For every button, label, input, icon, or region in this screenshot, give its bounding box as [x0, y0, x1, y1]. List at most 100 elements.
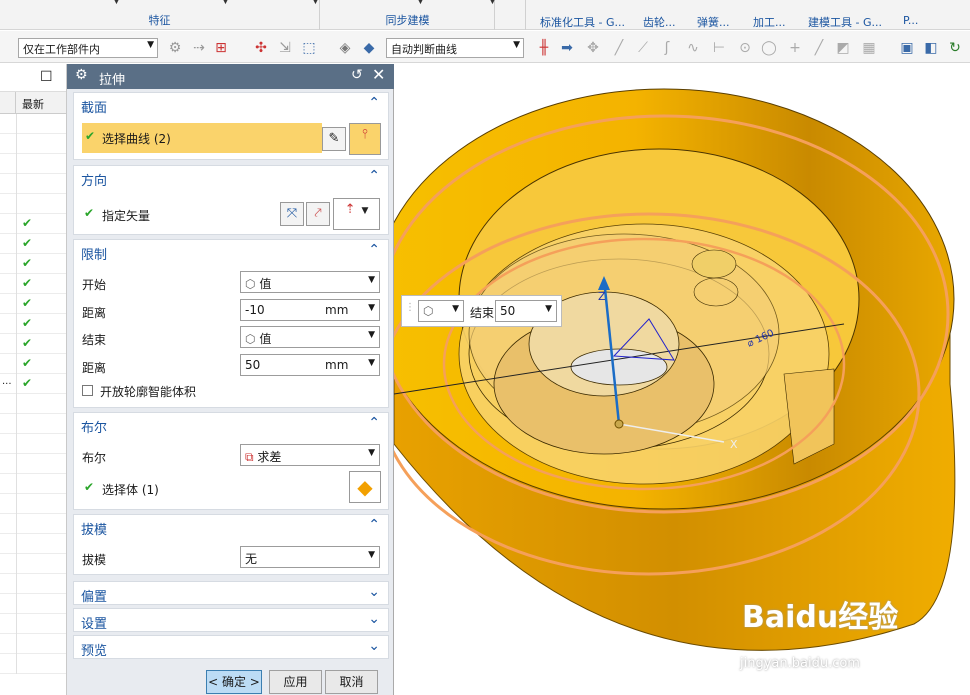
- cancel-button[interactable]: 取消: [325, 670, 378, 694]
- settings-header[interactable]: 设置 ⌄: [74, 609, 388, 633]
- ok-button[interactable]: < 确定 >: [206, 670, 262, 694]
- chevron-down-icon[interactable]: ▼: [489, 0, 496, 6]
- boolean-select[interactable]: ⧉ 求差 ▼: [240, 444, 380, 466]
- navigator-row[interactable]: [0, 554, 66, 574]
- ribbon-group-sync-modeling[interactable]: ▼ ▼ 同步建模: [321, 0, 496, 30]
- gear-filter-icon[interactable]: ⚙: [166, 39, 184, 57]
- close-icon[interactable]: ✕: [372, 65, 385, 84]
- column-latest[interactable]: 最新: [22, 96, 44, 112]
- center-icon[interactable]: ⊙: [736, 39, 754, 57]
- curve-select-button[interactable]: ⫯: [349, 123, 381, 155]
- chevron-down-icon[interactable]: ⌄: [368, 638, 380, 654]
- stop-at-intersection-icon[interactable]: ╫: [535, 39, 553, 57]
- navigator-row[interactable]: [0, 534, 66, 554]
- ribbon-tab-standard-tools[interactable]: 标准化工具 - G...: [540, 14, 625, 30]
- navigator-row[interactable]: [0, 634, 66, 654]
- body-filter-icon[interactable]: ◈: [336, 39, 354, 57]
- ribbon-tab-p[interactable]: P...: [903, 14, 918, 27]
- preview-panel[interactable]: 预览 ⌄: [73, 635, 389, 659]
- section-header[interactable]: 截面 ⌃: [74, 93, 388, 117]
- float-end-input[interactable]: 50 ▼: [495, 300, 557, 322]
- navigator-row[interactable]: [0, 394, 66, 414]
- line-icon[interactable]: ╱: [610, 39, 628, 57]
- navigator-row[interactable]: ✔: [0, 294, 66, 314]
- ribbon-tab-modeling-tools[interactable]: 建模工具 - G...: [808, 14, 882, 30]
- scope-filter-select[interactable]: 仅在工作部件内 ▼: [18, 38, 158, 58]
- grid-icon[interactable]: ▦: [860, 39, 878, 57]
- inferred-vector-select[interactable]: ⇡ ▼: [333, 198, 380, 230]
- midpoint-icon[interactable]: ⊢: [710, 39, 728, 57]
- gear-icon[interactable]: ⚙: [75, 67, 88, 83]
- navigator-row[interactable]: [0, 434, 66, 454]
- navigator-row[interactable]: [0, 574, 66, 594]
- follow-fillet-icon[interactable]: ➡: [558, 39, 576, 57]
- chevron-up-icon[interactable]: ⌃: [368, 517, 380, 533]
- chevron-down-icon[interactable]: ▼: [417, 0, 424, 6]
- sketch-section-button[interactable]: ✎: [322, 127, 346, 151]
- ribbon-tab-gear[interactable]: 齿轮...: [643, 14, 676, 30]
- reverse-direction-button[interactable]: ⤧: [280, 202, 304, 226]
- navigator-row[interactable]: [0, 474, 66, 494]
- rectangle-select-icon[interactable]: ⬚: [300, 39, 318, 57]
- navigator-row[interactable]: [0, 134, 66, 154]
- select-by-name-icon[interactable]: ⇲: [276, 39, 294, 57]
- drag-grip-icon[interactable]: ⋮: [405, 302, 415, 313]
- start-distance-input[interactable]: -10 mm ▼: [240, 299, 380, 321]
- curve-icon[interactable]: ∿: [684, 39, 702, 57]
- navigator-row[interactable]: ✔: [0, 314, 66, 334]
- select-all-icon[interactable]: ⊞: [212, 39, 230, 57]
- chevron-down-icon[interactable]: ⌄: [368, 611, 380, 627]
- vector-dialog-button[interactable]: ⤤: [306, 202, 330, 226]
- navigator-row[interactable]: [0, 114, 66, 134]
- ribbon-group-features[interactable]: ▼ ▼ ▼ 特征: [0, 0, 320, 30]
- navigator-row[interactable]: [0, 194, 66, 214]
- offset-header[interactable]: 偏置 ⌄: [74, 582, 388, 606]
- navigator-row[interactable]: [0, 654, 66, 674]
- chevron-down-icon[interactable]: ⌄: [368, 584, 380, 600]
- navigator-row[interactable]: [0, 494, 66, 514]
- chevron-down-icon[interactable]: ▼: [222, 0, 229, 6]
- direction-header[interactable]: 方向 ⌃: [74, 166, 388, 190]
- offset-panel[interactable]: 偏置 ⌄: [73, 581, 389, 605]
- end-point-icon[interactable]: ⟋: [634, 39, 652, 57]
- chevron-up-icon[interactable]: ⌃: [368, 168, 380, 184]
- float-type-select[interactable]: ⬡ ▼: [418, 300, 464, 322]
- snap-icon[interactable]: ⇢: [190, 39, 208, 57]
- point-snap-icon[interactable]: ✣: [252, 39, 270, 57]
- navigator-row[interactable]: ✔: [0, 354, 66, 374]
- navigator-row[interactable]: ✔: [0, 254, 66, 274]
- maximize-icon[interactable]: ☐: [40, 69, 53, 85]
- move-icon[interactable]: ✥: [584, 39, 602, 57]
- navigator-row[interactable]: ✔: [0, 234, 66, 254]
- refresh-icon[interactable]: ↻: [946, 39, 964, 57]
- chevron-up-icon[interactable]: ⌃: [368, 95, 380, 111]
- ribbon-tab-spring[interactable]: 弹簧...: [697, 14, 730, 30]
- quadrant-icon[interactable]: ◯: [760, 39, 778, 57]
- settings-panel[interactable]: 设置 ⌄: [73, 608, 389, 632]
- on-curve-icon[interactable]: ╱: [810, 39, 828, 57]
- navigator-row[interactable]: ✔: [0, 214, 66, 234]
- chevron-down-icon[interactable]: ▼: [312, 0, 319, 6]
- reset-icon[interactable]: ↺: [351, 67, 363, 83]
- select-body-button[interactable]: ◆: [349, 471, 381, 503]
- chevron-up-icon[interactable]: ⌃: [368, 415, 380, 431]
- draft-select[interactable]: 无 ▼: [240, 546, 380, 568]
- start-type-select[interactable]: ⬡ 值 ▼: [240, 271, 380, 293]
- preview-header[interactable]: 预览 ⌄: [74, 636, 388, 660]
- navigator-row[interactable]: [0, 174, 66, 194]
- navigator-row[interactable]: [0, 154, 66, 174]
- open-profile-checkbox[interactable]: [82, 385, 93, 396]
- navigator-row[interactable]: [0, 514, 66, 534]
- navigator-row[interactable]: [0, 414, 66, 434]
- existing-point-icon[interactable]: +: [786, 39, 804, 57]
- select-curve-row[interactable]: ✔ 选择曲线 (2): [82, 123, 322, 153]
- navigator-row[interactable]: [0, 594, 66, 614]
- limits-header[interactable]: 限制 ⌃: [74, 240, 388, 264]
- boolean-header[interactable]: 布尔 ⌃: [74, 413, 388, 437]
- ribbon-tab-machining[interactable]: 加工...: [753, 14, 786, 30]
- chevron-down-icon[interactable]: ▼: [113, 0, 120, 6]
- curve-rule-select[interactable]: 自动判断曲线 ▼: [386, 38, 524, 58]
- control-point-icon[interactable]: ʃ: [658, 39, 676, 57]
- view-icon[interactable]: ▣: [898, 39, 916, 57]
- navigator-row[interactable]: [0, 454, 66, 474]
